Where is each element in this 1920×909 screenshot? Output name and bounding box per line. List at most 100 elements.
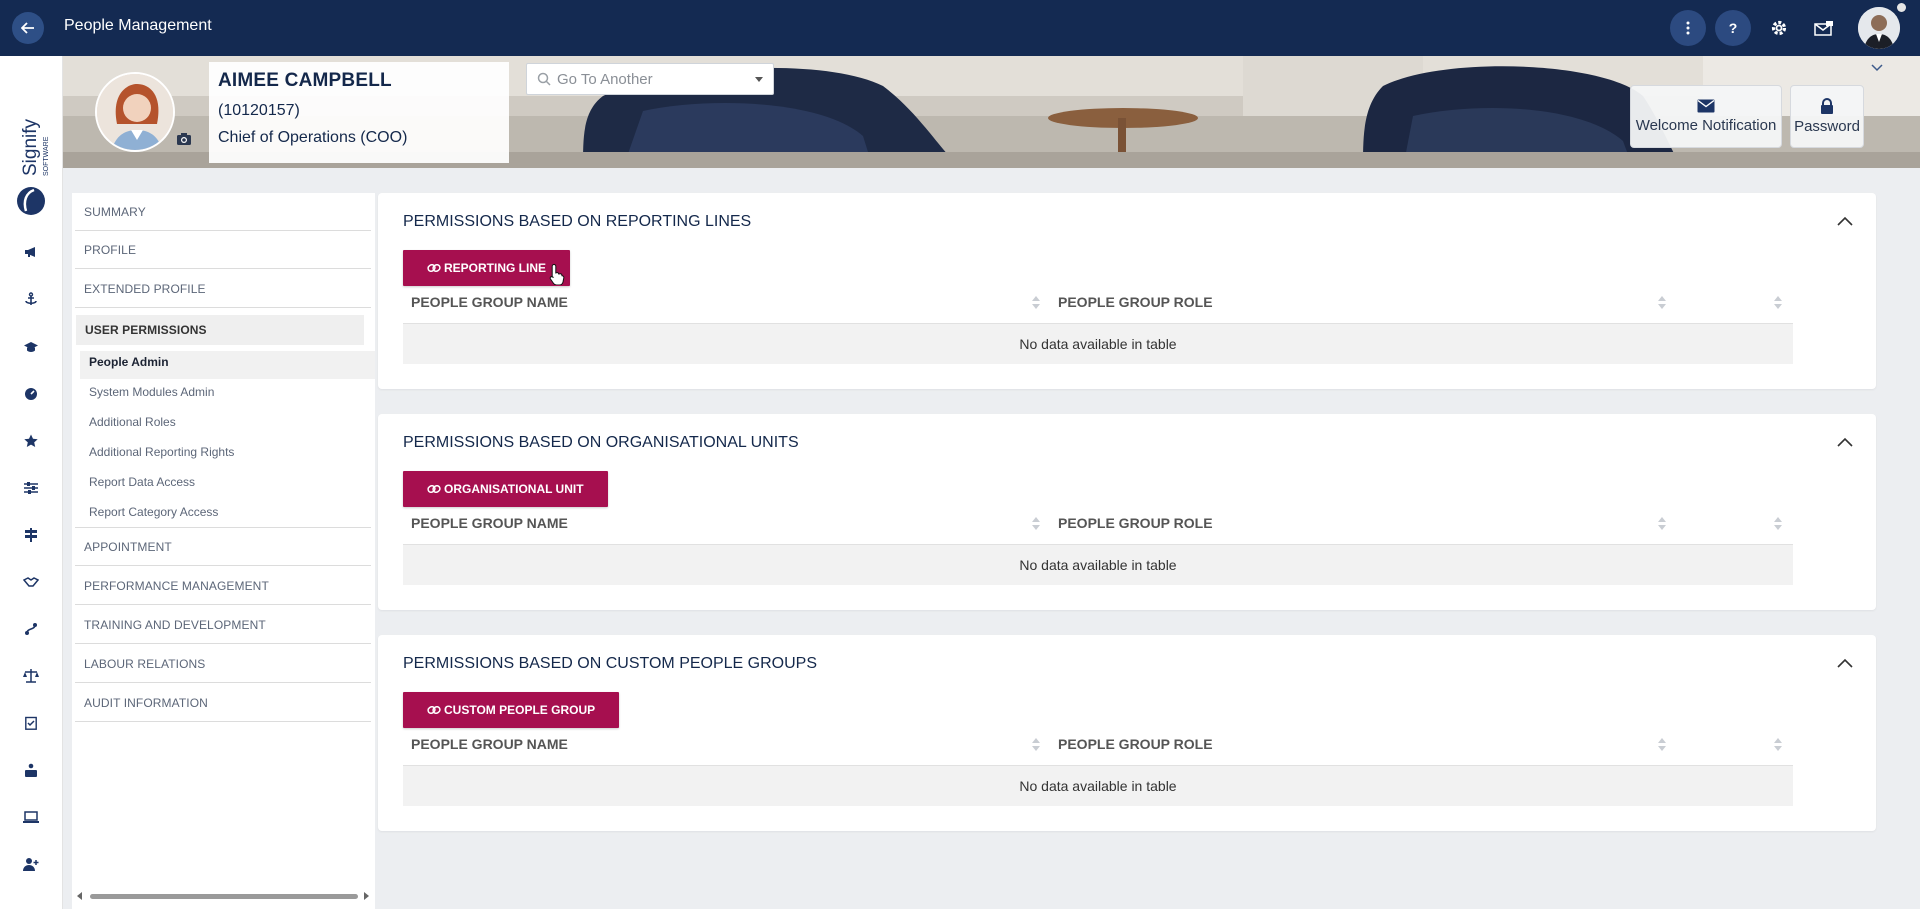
link-icon (427, 484, 441, 494)
nav-appointment[interactable]: APPOINTMENT (75, 528, 371, 566)
dashboard-icon (25, 388, 37, 400)
more-vertical-icon (1686, 21, 1690, 35)
help-button[interactable]: ? (1715, 10, 1751, 46)
chevron-down-icon (755, 77, 763, 82)
scroll-left-icon[interactable] (77, 892, 82, 900)
link-icon (427, 705, 441, 715)
sort-icon[interactable] (1658, 517, 1666, 531)
employee-name: AIMEE CAMPBELL (218, 70, 392, 91)
more-menu-button[interactable] (1670, 10, 1706, 46)
tasks-nav[interactable] (20, 712, 42, 734)
link-icon (427, 263, 441, 273)
help-icon: ? (1728, 20, 1738, 36)
nav-summary[interactable]: SUMMARY (75, 193, 371, 231)
nav-labour-relations[interactable]: LABOUR RELATIONS (75, 645, 371, 683)
profile-photo[interactable] (95, 72, 175, 152)
labour-relations-nav[interactable] (20, 665, 42, 687)
nav-user-permissions[interactable]: USER PERMISSIONS (76, 315, 364, 345)
employee-number: (10120157) (218, 102, 300, 119)
sub-nav-system-modules-admin[interactable]: System Modules Admin (89, 382, 214, 402)
card-title: PERMISSIONS BASED ON ORGANISATIONAL UNIT… (403, 434, 799, 451)
app-title: People Management (64, 17, 212, 34)
sort-icon[interactable] (1032, 517, 1040, 531)
add-custom-people-group-button[interactable]: CUSTOM PEOPLE GROUP (403, 692, 620, 728)
search-icon (537, 72, 551, 86)
col-header-people-group-role[interactable]: PEOPLE GROUP ROLE (1058, 515, 1213, 531)
horizontal-scrollbar[interactable] (72, 887, 375, 905)
add-reporting-line-button[interactable]: REPORTING LINE (403, 250, 571, 286)
col-header-people-group-name[interactable]: PEOPLE GROUP NAME (411, 294, 568, 310)
chevron-up-icon[interactable] (1835, 211, 1855, 231)
add-reporting-line-label: REPORTING LINE (444, 261, 547, 275)
sort-icon[interactable] (1658, 296, 1666, 310)
training-nav[interactable] (20, 336, 42, 358)
routes-nav[interactable] (20, 618, 42, 640)
col-header-people-group-role[interactable]: PEOPLE GROUP ROLE (1058, 736, 1213, 752)
add-custom-people-group-label: CUSTOM PEOPLE GROUP (444, 703, 596, 717)
signpost-nav[interactable] (20, 524, 42, 546)
status-indicator (1897, 3, 1906, 12)
sub-nav-additional-reporting-rights[interactable]: Additional Reporting Rights (89, 442, 234, 462)
nav-training-and-development[interactable]: TRAINING AND DEVELOPMENT (75, 606, 371, 644)
favourites-nav[interactable] (20, 430, 42, 452)
messages-button[interactable] (1810, 14, 1838, 42)
svg-text:Signify: Signify (20, 118, 41, 176)
sub-nav-report-category-access[interactable]: Report Category Access (89, 502, 218, 522)
welcome-notification-button[interactable]: Welcome Notification (1630, 85, 1782, 148)
top-bar: People Management ? (0, 0, 1920, 56)
col-header-people-group-name[interactable]: PEOPLE GROUP NAME (411, 736, 568, 752)
star-icon (24, 434, 38, 447)
password-button[interactable]: Password (1790, 85, 1864, 148)
handshake-icon (23, 577, 39, 587)
sort-icon[interactable] (1774, 738, 1782, 752)
section-nav: SUMMARY PROFILE EXTENDED PROFILE USER PE… (72, 193, 375, 909)
relations-nav[interactable] (20, 571, 42, 593)
sub-nav-additional-roles[interactable]: Additional Roles (89, 412, 176, 432)
scroll-right-icon[interactable] (364, 892, 369, 900)
anchor-nav[interactable] (20, 288, 42, 310)
back-button[interactable] (12, 12, 44, 44)
settings-button[interactable] (1765, 14, 1793, 42)
go-to-another-select[interactable]: Go To Another (526, 63, 774, 95)
sub-nav-people-admin[interactable]: People Admin (89, 352, 169, 372)
nav-audit-information[interactable]: AUDIT INFORMATION (75, 684, 371, 722)
dashboard-nav[interactable] (20, 383, 42, 405)
gear-icon (1771, 20, 1787, 36)
password-label: Password (1794, 118, 1860, 135)
add-organisational-unit-button[interactable]: ORGANISATIONAL UNIT (403, 471, 608, 507)
settings-sliders-nav[interactable] (20, 477, 42, 499)
devices-nav[interactable] (20, 806, 42, 828)
sliders-icon (24, 482, 38, 494)
scrollbar-thumb[interactable] (90, 894, 358, 899)
routes-icon (25, 623, 37, 635)
nav-extended-profile[interactable]: EXTENDED PROFILE (75, 270, 371, 308)
sort-icon[interactable] (1658, 738, 1666, 752)
col-header-people-group-role[interactable]: PEOPLE GROUP ROLE (1058, 294, 1213, 310)
sort-icon[interactable] (1774, 296, 1782, 310)
signpost-icon (25, 528, 37, 542)
chevron-up-icon[interactable] (1835, 653, 1855, 673)
nav-performance-management[interactable]: PERFORMANCE MANAGEMENT (75, 567, 371, 605)
employee-job-title: Chief of Operations (COO) (218, 129, 408, 146)
empty-table-message: No data available in table (403, 324, 1793, 364)
nav-profile[interactable]: PROFILE (75, 231, 371, 269)
user-avatar[interactable] (1858, 7, 1900, 49)
permissions-custom-people-groups-card: PERMISSIONS BASED ON CUSTOM PEOPLE GROUP… (378, 635, 1876, 831)
go-to-another-placeholder: Go To Another (557, 70, 653, 88)
collapse-header-icon[interactable] (1871, 64, 1883, 72)
camera-icon[interactable] (176, 132, 192, 146)
employee-nav[interactable] (20, 759, 42, 781)
add-user-nav[interactable] (20, 853, 42, 875)
sort-icon[interactable] (1032, 738, 1040, 752)
sort-icon[interactable] (1774, 517, 1782, 531)
signify-logo: Signify SOFTWARE (8, 86, 54, 256)
sort-icon[interactable] (1032, 296, 1040, 310)
permissions-organisational-units-card: PERMISSIONS BASED ON ORGANISATIONAL UNIT… (378, 414, 1876, 610)
announcements-nav[interactable] (20, 241, 42, 263)
col-header-people-group-name[interactable]: PEOPLE GROUP NAME (411, 515, 568, 531)
sub-nav-report-data-access[interactable]: Report Data Access (89, 472, 195, 492)
graduation-cap-icon (24, 342, 38, 352)
chevron-up-icon[interactable] (1835, 432, 1855, 452)
icon-rail: Signify SOFTWARE (0, 56, 63, 909)
anchor-icon (25, 292, 37, 305)
